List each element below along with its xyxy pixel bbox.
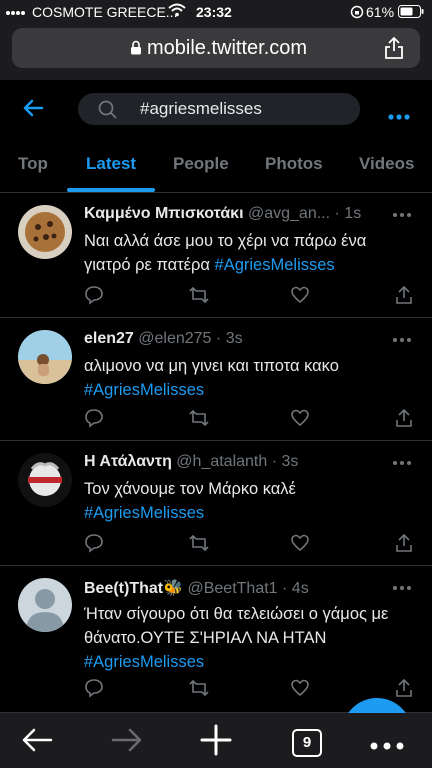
reply-icon[interactable] [84, 408, 104, 433]
tweet-text: Ήταν σίγουρο ότι θα τελειώσει ο γάμος με… [84, 602, 414, 674]
tab-count-button[interactable]: 9 [292, 729, 322, 757]
author-name[interactable]: Η Ατάλαντη [84, 453, 172, 470]
like-icon[interactable] [290, 533, 310, 558]
browser-more-icon[interactable] [370, 737, 404, 755]
share-tweet-icon[interactable] [394, 533, 414, 558]
tweet-time[interactable]: 4s [292, 580, 309, 597]
hashtag-link[interactable]: #AgriesMelisses [84, 653, 204, 671]
author-handle[interactable]: @elen275 [138, 330, 211, 347]
hashtag-link[interactable]: #AgriesMelisses [215, 256, 335, 274]
new-tab-icon[interactable] [197, 723, 235, 762]
reply-icon[interactable] [84, 533, 104, 558]
tweet-actions [84, 408, 414, 430]
tweet-text: Τον χάνουμε τον Μάρκο καλέ #AgriesMeliss… [84, 477, 414, 525]
tweet-more-icon[interactable] [392, 453, 412, 471]
hashtag-link[interactable]: #AgriesMelisses [84, 381, 204, 399]
browser-forward-icon[interactable] [110, 726, 144, 759]
retweet-icon[interactable] [188, 285, 210, 310]
tweet-body: αλιμονο να μη γινει και τιποτα κακο [84, 357, 339, 375]
like-icon[interactable] [290, 285, 310, 310]
tweet[interactable]: Η Ατάλαντη @h_atalanth · 3s Τον χάνουμε … [0, 441, 432, 566]
search-input[interactable]: #agriesmelisses [78, 93, 360, 125]
lock-icon [130, 40, 142, 60]
author-handle[interactable]: @avg_an... [248, 205, 330, 222]
author-handle[interactable]: @h_atalanth [176, 453, 267, 470]
tweet-actions [84, 285, 414, 307]
hashtag-link[interactable]: #AgriesMelisses [84, 504, 204, 522]
avatar[interactable] [18, 330, 72, 384]
clock: 23:32 [196, 4, 232, 20]
tweet-author-line: Καμμένο Μπισκοτάκι @avg_an... · 1s [84, 205, 362, 222]
browser-toolbar: 9 [0, 713, 432, 768]
tweet[interactable]: Bee(t)That🐝 @BeetThat1 · 4s Ήταν σίγουρο… [0, 566, 432, 713]
battery-percentage: 61% [366, 4, 395, 20]
orientation-lock-icon [350, 5, 364, 22]
search-icon [98, 100, 117, 124]
share-icon[interactable] [384, 36, 404, 65]
tweet-more-icon[interactable] [392, 205, 412, 223]
tab-videos[interactable]: Videos [359, 154, 414, 174]
tweet-author-line: elen27 @elen275 · 3s [84, 330, 243, 347]
status-bar: COSMOTE GREECE... 23:32 61% [0, 0, 432, 24]
tweet-text: Ναι αλλά άσε μου το χέρι να πάρω ένα για… [84, 229, 414, 277]
tweet-actions [84, 533, 414, 555]
tweet-more-icon[interactable] [392, 578, 412, 596]
tweet-time[interactable]: 3s [226, 330, 243, 347]
share-tweet-icon[interactable] [394, 678, 414, 703]
retweet-icon[interactable] [188, 533, 210, 558]
tweet-body: Ήταν σίγουρο ότι θα τελειώσει ο γάμος με… [84, 605, 389, 647]
tab-latest[interactable]: Latest [86, 154, 136, 174]
avatar[interactable] [18, 453, 72, 507]
retweet-icon[interactable] [188, 408, 210, 433]
tweet-author-line: Η Ατάλαντη @h_atalanth · 3s [84, 453, 299, 470]
search-query: #agriesmelisses [140, 99, 262, 118]
share-tweet-icon[interactable] [394, 408, 414, 433]
url-text: mobile.twitter.com [147, 37, 308, 59]
tweet-time[interactable]: 3s [282, 453, 299, 470]
tab-photos[interactable]: Photos [265, 154, 323, 174]
reply-icon[interactable] [84, 285, 104, 310]
author-name[interactable]: Bee(t)That🐝 [84, 580, 183, 597]
author-handle[interactable]: @BeetThat1 [187, 580, 277, 597]
tweet-body: Τον χάνουμε τον Μάρκο καλέ [84, 480, 296, 498]
battery-icon [398, 5, 424, 21]
tweet-more-icon[interactable] [392, 330, 412, 348]
wifi-icon [168, 3, 186, 20]
signal-icon [6, 6, 26, 22]
address-bar[interactable]: mobile.twitter.com [12, 28, 420, 68]
avatar[interactable] [18, 205, 72, 259]
reply-icon[interactable] [84, 678, 104, 703]
tweet[interactable]: Καμμένο Μπισκοτάκι @avg_an... · 1s Ναι α… [0, 193, 432, 318]
browser-chrome: mobile.twitter.com [0, 24, 432, 80]
share-tweet-icon[interactable] [394, 285, 414, 310]
retweet-icon[interactable] [188, 678, 210, 703]
tweet-actions [84, 678, 414, 700]
author-name[interactable]: Καμμένο Μπισκοτάκι [84, 205, 244, 222]
like-icon[interactable] [290, 408, 310, 433]
search-header: #agriesmelisses [0, 80, 432, 140]
carrier-name: COSMOTE GREECE... [32, 4, 178, 20]
active-tab-indicator [67, 188, 155, 192]
search-tabs: Top Latest People Photos Videos [0, 140, 432, 193]
avatar[interactable] [18, 578, 72, 632]
tab-people[interactable]: People [173, 154, 229, 174]
tweet-author-line: Bee(t)That🐝 @BeetThat1 · 4s [84, 580, 309, 597]
tweet-time[interactable]: 1s [344, 205, 361, 222]
more-options-icon[interactable] [388, 107, 410, 125]
like-icon[interactable] [290, 678, 310, 703]
browser-back-icon[interactable] [20, 726, 54, 759]
author-name[interactable]: elen27 [84, 330, 134, 347]
tweet-text: αλιμονο να μη γινει και τιποτα κακο #Agr… [84, 354, 414, 402]
tweet[interactable]: elen27 @elen275 · 3s αλιμονο να μη γινει… [0, 318, 432, 441]
tab-top[interactable]: Top [18, 154, 48, 174]
back-arrow-icon[interactable] [22, 98, 44, 123]
